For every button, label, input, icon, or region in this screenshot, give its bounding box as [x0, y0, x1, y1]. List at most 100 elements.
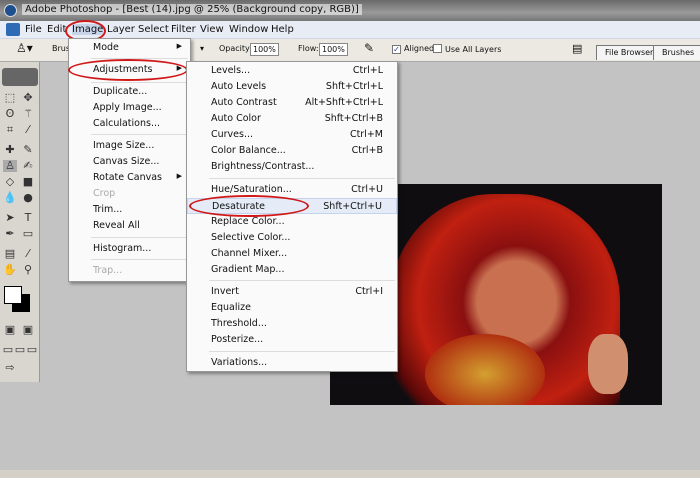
quick-mask-icon[interactable]: ▣: [21, 324, 35, 336]
use-all-layers-checkbox[interactable]: Use All Layers: [433, 44, 501, 54]
menu-item-gradient-map[interactable]: Gradient Map...: [187, 262, 397, 278]
photo-necklace: [425, 334, 545, 405]
menu-item-reveal-all[interactable]: Reveal All: [69, 218, 190, 234]
menu-item-calculations[interactable]: Calculations...: [69, 116, 190, 132]
menu-item-variations[interactable]: Variations...: [187, 355, 397, 371]
menu-filter[interactable]: Filter: [171, 24, 196, 35]
menu-item-duplicate[interactable]: Duplicate...: [69, 84, 190, 100]
menu-item-mode[interactable]: Mode ▶: [69, 40, 190, 56]
foreground-color-swatch[interactable]: [4, 286, 22, 304]
menu-item-rotate-canvas[interactable]: Rotate Canvas ▶: [69, 170, 190, 186]
menu-item-brightness-contrast[interactable]: Brightness/Contrast...: [187, 159, 397, 175]
menu-help[interactable]: Help: [271, 24, 294, 35]
menu-item-replace-color[interactable]: Replace Color...: [187, 214, 397, 230]
adobe-logo: [2, 68, 38, 86]
adjustments-submenu: Levels... Ctrl+L Auto Levels Shft+Ctrl+L Aut…: [186, 61, 398, 372]
menu-item-selective-color[interactable]: Selective Color...: [187, 230, 397, 246]
zoom-tool-icon[interactable]: ⚲: [21, 264, 35, 276]
app-menu-icon[interactable]: [6, 23, 20, 36]
menu-item-image-size[interactable]: Image Size...: [69, 138, 190, 154]
aligned-label: Aligned: [404, 44, 435, 53]
menu-view[interactable]: View: [200, 24, 224, 35]
photoshop-icon: [4, 4, 17, 17]
magic-wand-icon[interactable]: ⚚: [21, 108, 35, 120]
menu-item-color-balance[interactable]: Color Balance... Ctrl+B: [187, 143, 397, 159]
palette-icon[interactable]: ▤: [572, 42, 582, 55]
menu-item-adjustments[interactable]: Adjustments ▶: [69, 62, 190, 78]
marquee-tool-icon[interactable]: ⬚: [3, 92, 17, 104]
photo-hand: [588, 334, 628, 394]
blur-tool-icon[interactable]: 💧: [3, 192, 17, 204]
use-all-layers-label: Use All Layers: [445, 45, 502, 54]
menu-item-curves[interactable]: Curves... Ctrl+M: [187, 127, 397, 143]
healing-brush-icon[interactable]: ✚: [3, 144, 17, 156]
crop-tool-icon[interactable]: ⌗: [3, 124, 17, 136]
airbrush-icon[interactable]: ✎: [364, 41, 374, 55]
menu-item-invert[interactable]: Invert Ctrl+I: [187, 284, 397, 300]
window-title: Adobe Photoshop - [Best (14).jpg @ 25% (…: [22, 4, 362, 15]
menu-item-canvas-size[interactable]: Canvas Size...: [69, 154, 190, 170]
dodge-tool-icon[interactable]: ●: [21, 192, 35, 204]
menu-item-threshold[interactable]: Threshold...: [187, 316, 397, 332]
menu-item-shortcut: Ctrl+I: [355, 286, 383, 297]
clone-stamp-tool-icon[interactable]: ♙: [3, 160, 17, 172]
menu-bar: File Edit Image Layer Select Filter View…: [0, 21, 700, 39]
path-select-icon[interactable]: ➤: [3, 212, 17, 224]
menu-item-histogram[interactable]: Histogram...: [69, 241, 190, 257]
menu-item-channel-mixer[interactable]: Channel Mixer...: [187, 246, 397, 262]
menu-item-label: Levels...: [211, 65, 251, 76]
menu-item-label: Threshold...: [211, 318, 267, 329]
menu-edit[interactable]: Edit: [47, 24, 66, 35]
slice-tool-icon[interactable]: ⁄: [21, 124, 35, 136]
lasso-tool-icon[interactable]: ʘ: [3, 108, 17, 120]
menu-item-hue-saturation[interactable]: Hue/Saturation... Ctrl+U: [187, 182, 397, 198]
menu-item-shortcut: Ctrl+L: [352, 65, 383, 76]
move-tool-icon[interactable]: ✥: [21, 92, 35, 104]
menu-item-label: Color Balance...: [211, 145, 286, 156]
aligned-checkbox[interactable]: ✓ Aligned: [392, 44, 434, 54]
standard-mode-icon[interactable]: ▣: [3, 324, 17, 336]
tab-brushes[interactable]: Brushes: [653, 45, 700, 60]
menu-item-auto-levels[interactable]: Auto Levels Shft+Ctrl+L: [187, 79, 397, 95]
menu-item-label: Selective Color...: [211, 232, 291, 243]
menu-item-trap: Trap...: [93, 265, 123, 276]
menu-image[interactable]: Image: [72, 24, 104, 35]
menu-item-label: Channel Mixer...: [211, 248, 288, 259]
menu-item-shortcut: Shft+Ctrl+U: [323, 201, 382, 212]
menu-item-auto-contrast[interactable]: Auto Contrast Alt+Shft+Ctrl+L: [187, 95, 397, 111]
history-brush-icon[interactable]: ✍: [21, 160, 35, 172]
menu-file[interactable]: File: [25, 24, 42, 35]
menu-item-posterize[interactable]: Posterize...: [187, 332, 397, 348]
menu-item-trim[interactable]: Trim...: [69, 202, 190, 218]
brush-dropdown-icon[interactable]: ▾: [200, 44, 204, 53]
menu-item-levels[interactable]: Levels... Ctrl+L: [187, 63, 397, 79]
menu-item-apply-image[interactable]: Apply Image...: [69, 100, 190, 116]
horizontal-scrollbar[interactable]: [0, 470, 700, 478]
shape-tool-icon[interactable]: ▭: [21, 228, 35, 240]
hand-tool-icon[interactable]: ✋: [3, 264, 17, 276]
type-tool-icon[interactable]: T: [21, 212, 35, 224]
flow-label: Flow:: [298, 44, 319, 53]
pen-tool-icon[interactable]: ✒: [3, 228, 17, 240]
menu-window[interactable]: Window: [229, 24, 268, 35]
menu-item-equalize[interactable]: Equalize: [187, 300, 397, 316]
jump-to-imageready-icon[interactable]: ⇨: [3, 362, 17, 374]
menu-item-label: Variations...: [211, 357, 268, 368]
eraser-icon[interactable]: ◇: [3, 176, 17, 188]
menu-layer[interactable]: Layer: [107, 24, 135, 35]
menu-select[interactable]: Select: [138, 24, 169, 35]
menu-item-shortcut: Alt+Shft+Ctrl+L: [305, 97, 383, 108]
eyedropper-icon[interactable]: ⁄: [21, 248, 35, 260]
menu-item-desaturate[interactable]: Desaturate Shft+Ctrl+U: [187, 198, 397, 214]
title-bar: Adobe Photoshop - [Best (14).jpg @ 25% (…: [0, 0, 700, 21]
menu-separator: [209, 351, 395, 352]
screen-mode-full-icon[interactable]: ▭: [25, 344, 39, 356]
image-menu: Mode ▶ Adjustments ▶ Duplicate... Apply Im…: [68, 38, 191, 282]
gradient-tool-icon[interactable]: ■: [21, 176, 35, 188]
flow-input[interactable]: 100%: [319, 43, 348, 56]
clone-stamp-icon[interactable]: ♙▾: [16, 41, 33, 55]
brush-tool-icon[interactable]: ✎: [21, 144, 35, 156]
notes-tool-icon[interactable]: ▤: [3, 248, 17, 260]
opacity-input[interactable]: 100%: [250, 43, 279, 56]
menu-item-auto-color[interactable]: Auto Color Shft+Ctrl+B: [187, 111, 397, 127]
